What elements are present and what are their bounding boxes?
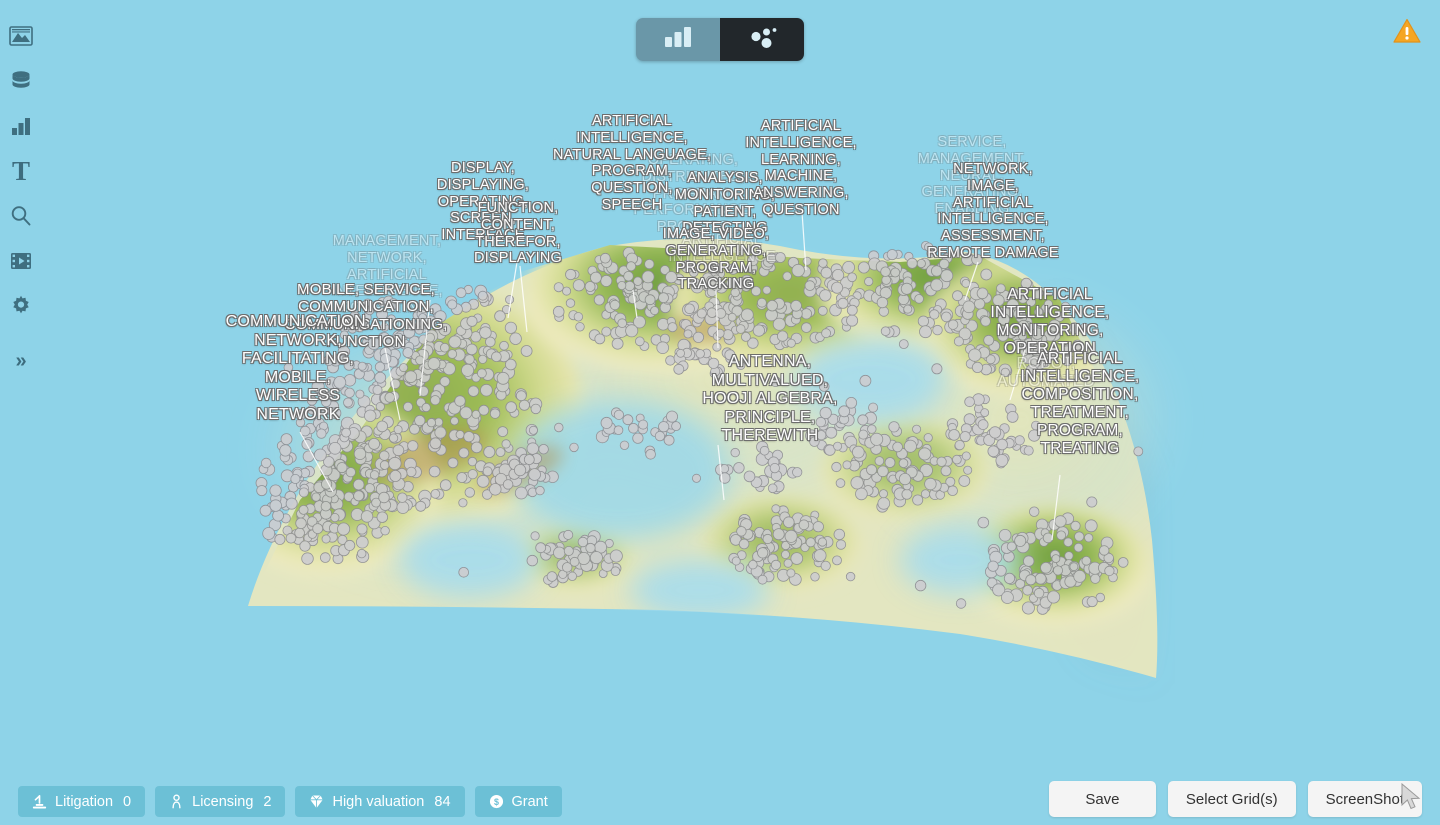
bar-chart-icon: [662, 24, 694, 55]
view-mode-toggle[interactable]: [636, 18, 804, 61]
left-toolbar: T »: [0, 0, 42, 825]
chip-count: 2: [263, 793, 272, 810]
search-icon[interactable]: [7, 202, 35, 230]
chip-label: Grant: [511, 793, 548, 810]
chip-label: Licensing: [192, 793, 254, 810]
chip-label: High valuation: [332, 793, 425, 810]
warning-icon[interactable]: [1392, 17, 1422, 45]
bubble-cluster-icon: [745, 24, 779, 55]
chip-count: 84: [434, 793, 451, 810]
view-toggle-bar-button[interactable]: [636, 18, 720, 61]
application-root: T » MOBILE, SERVICE, COMMUNICATION, COMM…: [0, 0, 1440, 825]
svg-text:$: $: [494, 797, 499, 807]
text-icon[interactable]: T: [7, 157, 35, 185]
save-button[interactable]: Save: [1048, 781, 1156, 817]
chip-grant[interactable]: $ Grant: [474, 786, 562, 817]
dollar-circle-icon: $: [489, 794, 504, 809]
action-button-bar: Save Select Grid(s) ScreenShot: [1048, 781, 1422, 817]
screenshot-button[interactable]: ScreenShot: [1307, 781, 1422, 817]
chip-licensing[interactable]: Licensing 2: [155, 786, 286, 817]
filter-chip-bar: Litigation 0 Licensing 2 High valuation 84 $ Gr…: [18, 786, 562, 817]
view-toggle-cluster-button[interactable]: [720, 18, 804, 61]
chip-high-valuation[interactable]: High valuation 84: [295, 786, 465, 817]
database-icon[interactable]: [7, 67, 35, 95]
bar-chart-icon[interactable]: [7, 112, 35, 140]
person-icon: [169, 794, 184, 809]
chip-count: 0: [123, 793, 132, 810]
chevron-double-right-icon[interactable]: »: [7, 347, 35, 375]
landscape-icon[interactable]: [7, 22, 35, 50]
gear-icon[interactable]: [7, 292, 35, 320]
chip-litigation[interactable]: Litigation 0: [18, 786, 146, 817]
video-icon[interactable]: [7, 247, 35, 275]
diamond-icon: [309, 794, 324, 809]
gavel-icon: [32, 794, 47, 809]
patent-landscape-map[interactable]: MOBILE, SERVICE, COMMUNICATION, COMMUNIC…: [0, 0, 1440, 825]
select-grids-button[interactable]: Select Grid(s): [1167, 781, 1296, 817]
chip-label: Litigation: [55, 793, 114, 810]
label-leader-lines: [299, 211, 1061, 541]
